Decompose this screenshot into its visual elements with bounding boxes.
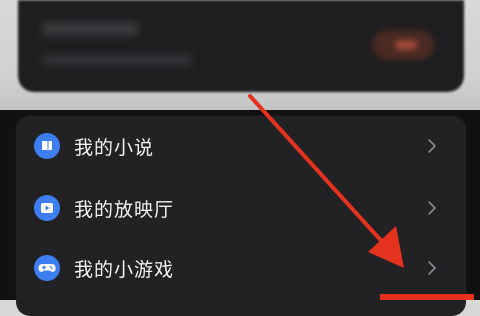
book-icon <box>34 133 60 159</box>
menu-item-label: 我的放映厅 <box>74 198 175 221</box>
play-icon <box>34 195 60 221</box>
menu-item-screening-hall[interactable]: 我的放映厅 <box>16 178 466 238</box>
red-highlight-bar <box>380 294 474 300</box>
chevron-right-icon <box>428 139 436 153</box>
menu-item-mini-games[interactable]: 我的小游戏 <box>16 238 466 298</box>
menu-item-label: 我的小游戏 <box>74 258 175 281</box>
chevron-right-icon <box>428 261 436 275</box>
menu-item-novels[interactable]: 我的小说 <box>16 116 466 176</box>
menu-item-label: 我的小说 <box>74 136 155 159</box>
menu-card: 我的小说 我的放映厅 我的小游戏 <box>16 116 466 316</box>
blurred-button-label <box>395 40 417 50</box>
chevron-right-icon <box>428 201 436 215</box>
gamepad-icon <box>34 255 60 281</box>
blurred-text <box>42 22 138 36</box>
blurred-text <box>42 54 192 66</box>
